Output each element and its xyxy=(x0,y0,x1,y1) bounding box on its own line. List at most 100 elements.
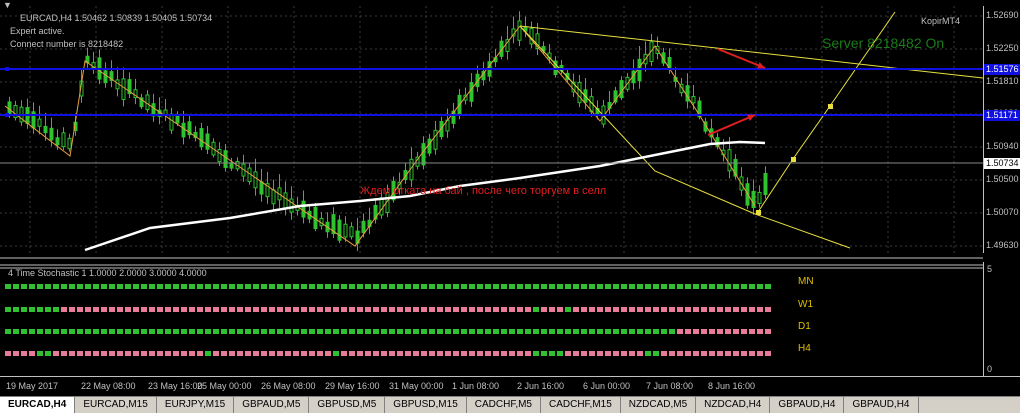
candle xyxy=(109,60,114,88)
projection-point xyxy=(791,157,796,162)
candle xyxy=(499,36,504,60)
candle xyxy=(319,212,324,230)
price-chart[interactable]: ▼ EURCAD,H4 1.50462 1.50839 1.50405 1.50… xyxy=(0,0,984,253)
candle xyxy=(643,41,648,72)
chart-header: EURCAD,H4 1.50462 1.50839 1.50405 1.5073… xyxy=(20,13,213,23)
candle xyxy=(133,78,138,105)
time-tick: 31 May 00:00 xyxy=(389,381,444,391)
candle xyxy=(751,179,756,215)
candle xyxy=(529,21,534,49)
candle xyxy=(259,168,264,202)
time-tick: 8 Jun 16:00 xyxy=(708,381,756,391)
candle xyxy=(85,47,90,68)
chart-tab[interactable]: CADCHF,M15 xyxy=(541,397,621,413)
price-tick: 1.50940 xyxy=(986,141,1019,151)
candle xyxy=(19,100,24,126)
candle xyxy=(229,157,234,172)
trend-line-upper xyxy=(519,25,984,79)
price-tick: 1.49630 xyxy=(986,240,1019,250)
projection-point xyxy=(828,104,833,109)
candle xyxy=(127,72,132,98)
hline-price-tag-2: 1.51171 xyxy=(984,110,1020,121)
candle xyxy=(601,99,606,128)
chart-tab-bar: EURCAD,H4 EURCAD,M15 EURJPY,M15 GBPAUD,M5 GB… xyxy=(0,396,1020,413)
chart-tab[interactable]: NZDCAD,H4 xyxy=(696,397,771,413)
current-price-tag: 1.50734 xyxy=(984,158,1020,169)
chart-annotation: Ждем отката на бай , после чего торгуем … xyxy=(360,185,607,197)
chart-arrow-icon: ▼ xyxy=(3,0,12,10)
chart-tab[interactable]: GBPAUD,H4 xyxy=(770,397,845,413)
candle xyxy=(139,93,144,110)
time-tick: 22 May 08:00 xyxy=(81,381,136,391)
price-tick: 1.51810 xyxy=(986,76,1019,86)
expert-status: Expert active. xyxy=(10,26,65,36)
candle xyxy=(331,207,336,239)
candle xyxy=(37,105,42,135)
candle xyxy=(757,185,762,208)
price-axis: 1.526901.522501.518101.513801.509401.505… xyxy=(983,6,1020,253)
terminal-window: ▼ EURCAD,H4 1.50462 1.50839 1.50405 1.50… xyxy=(0,0,1020,413)
ind-tick-bottom: 0 xyxy=(987,364,993,374)
candle xyxy=(145,90,150,113)
stoch-row-w1 xyxy=(5,307,771,312)
chart-tab[interactable]: NZDCAD,M5 xyxy=(621,397,697,413)
time-tick: 1 Jun 08:00 xyxy=(452,381,500,391)
price-tick: 1.52690 xyxy=(986,10,1019,20)
tf-label-mn: MN xyxy=(798,276,814,287)
candle xyxy=(187,114,192,139)
tf-label-w1: W1 xyxy=(798,299,813,310)
candle xyxy=(763,166,768,199)
chart-tab[interactable]: CADCHF,M5 xyxy=(467,397,541,413)
chart-tab[interactable]: EURCAD,H4 xyxy=(0,397,76,413)
candle xyxy=(265,171,270,204)
time-axis: 19 May 2017 22 May 08:00 23 May 16:00 25 Ma… xyxy=(0,376,1020,396)
candle xyxy=(67,133,72,152)
projection-point xyxy=(756,210,761,215)
connect-status: Connect number is 8218482 xyxy=(10,39,124,49)
candle xyxy=(193,126,198,142)
arrow-buy-icon xyxy=(707,114,756,136)
chart-tab[interactable]: GBPAUD,M5 xyxy=(234,397,310,413)
indicator-window[interactable]: 4 Time Stochastic 1 1.0000 2.0000 3.0000… xyxy=(0,262,983,376)
candle xyxy=(709,118,714,143)
chart-tab[interactable]: EURJPY,M15 xyxy=(157,397,235,413)
indicator-canvas[interactable] xyxy=(0,262,983,376)
price-tick: 1.52250 xyxy=(986,43,1019,53)
chart-tab[interactable]: GBPUSD,M5 xyxy=(309,397,386,413)
stoch-row-h4 xyxy=(5,351,771,356)
candle xyxy=(271,179,276,210)
trend-line-lower xyxy=(519,25,851,249)
candle xyxy=(619,76,624,101)
tf-label-h4: H4 xyxy=(798,343,811,354)
candle xyxy=(367,207,372,235)
candle xyxy=(97,49,102,85)
ind-tick-top: 5 xyxy=(987,264,993,274)
time-tick: 29 May 16:00 xyxy=(325,381,380,391)
chart-tab[interactable]: GBPUSD,M15 xyxy=(385,397,467,413)
tf-label-d1: D1 xyxy=(798,321,811,332)
candle xyxy=(325,212,330,238)
candle xyxy=(205,125,210,155)
candle xyxy=(313,202,318,232)
time-tick: 26 May 08:00 xyxy=(261,381,316,391)
candle xyxy=(337,215,342,244)
stoch-row-mn xyxy=(5,284,771,289)
server-status: Server 8218482 On xyxy=(822,35,945,51)
indicator-title: 4 Time Stochastic 1 1.0000 2.0000 3.0000… xyxy=(8,268,207,278)
chart-tab[interactable]: EURCAD,M15 xyxy=(75,397,157,413)
hline-price-tag-1: 1.51576 xyxy=(984,64,1020,75)
window-separator[interactable] xyxy=(0,253,983,266)
candle xyxy=(607,90,612,116)
time-tick: 2 Jun 16:00 xyxy=(517,381,565,391)
candle xyxy=(685,73,690,109)
candle xyxy=(199,122,204,151)
arrow-sell-icon xyxy=(717,48,766,69)
candle xyxy=(403,163,408,184)
candle xyxy=(13,100,18,121)
time-tick: 7 Jun 08:00 xyxy=(646,381,694,391)
candle xyxy=(115,67,120,97)
time-tick: 19 May 2017 xyxy=(6,381,59,391)
chart-tab[interactable]: GBPAUD,H4 xyxy=(844,397,919,413)
candle xyxy=(91,51,96,75)
time-tick: 25 May 00:00 xyxy=(197,381,252,391)
